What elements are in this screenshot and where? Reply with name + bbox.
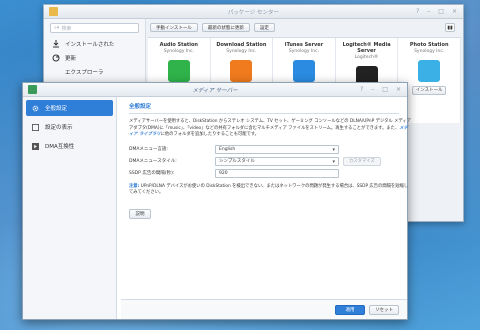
search-input[interactable]: ⌕▾ 検索 — [50, 23, 139, 33]
sidebar-item-update[interactable]: 更新 — [44, 51, 145, 65]
package-name: Audio Station — [159, 42, 198, 48]
note-body: UPnP/DLNA デバイスがお使いの DiskStation を検出できない、… — [129, 183, 409, 196]
description-pre: メディアサーバーを使用すると、DiskStation からステレオ システム、T… — [129, 119, 411, 131]
menu-style-row: DMAメニュースタイル: シンプルスタイル ▾ カスタマイズ — [129, 156, 399, 166]
compat-icon — [32, 142, 39, 150]
reset-button[interactable]: リセット — [369, 305, 399, 315]
sidebar-item-explore[interactable]: エクスプローラ — [44, 65, 145, 79]
media-server-sidebar: 全般設定 設定の表示 DMA互換性 — [23, 97, 117, 319]
install-button[interactable]: インストール — [412, 86, 447, 95]
chevron-down-icon: ▾ — [332, 158, 335, 165]
package-center-titlebar[interactable]: パッケージ センター ? – □ × — [44, 5, 463, 19]
sidebar-item-label: 全般設定 — [45, 106, 68, 112]
media-server-footer: 適用 リセット — [121, 299, 407, 319]
package-name: Logitech® Media Server — [342, 42, 391, 54]
download-icon — [53, 40, 59, 48]
note-text: 注意: UPnP/DLNA デバイスがお使いの DiskStation を検出で… — [129, 184, 409, 197]
sidebar-item-general[interactable]: 全般設定 — [26, 100, 113, 116]
package-vendor: Synology Inc. — [226, 49, 257, 54]
sidebar-item-display[interactable]: 設定の表示 — [26, 119, 113, 135]
ssdp-interval-label: SSDP 広告の間隔(秒): — [129, 171, 175, 176]
menu-language-label: DMAメニュー言語: — [129, 147, 168, 152]
sidebar-item-label: インストールされた — [65, 42, 115, 48]
close-icon[interactable]: × — [452, 8, 457, 15]
media-server-content: 全般設定 メディアサーバーを使用すると、DiskStation からステレオ シ… — [121, 97, 411, 319]
sidebar-item-label: 更新 — [65, 56, 77, 62]
package-center-toolbar: 手動インストール 最新の状態に更新 設定 — [150, 23, 275, 32]
package-vendor: Synology Inc. — [163, 49, 194, 54]
chevron-down-icon: ▾ — [332, 146, 335, 153]
sidebar-item-label: エクスプローラ — [65, 70, 104, 76]
section-heading: 全般設定 — [129, 102, 399, 114]
window-controls: ? – □ × — [416, 8, 457, 15]
menu-language-row: DMAメニュー言語: English ▾ — [129, 144, 399, 154]
package-name: Download Station — [216, 42, 267, 48]
window-controls: ? – □ × — [360, 86, 401, 93]
refresh-list-button[interactable]: 最新の状態に更新 — [201, 23, 250, 32]
menu-style-label: DMAメニュースタイル: — [129, 159, 177, 164]
menu-style-select[interactable]: シンプルスタイル ▾ — [215, 156, 339, 166]
package-name: Photo Station — [409, 42, 449, 48]
description-post: に他のフォルダを追加したりすることも可能です。 — [160, 132, 259, 137]
maximize-icon[interactable]: □ — [382, 86, 388, 93]
view-toggle-button[interactable]: ▮▮ — [445, 23, 455, 32]
package-vendor: Synology Inc. — [288, 49, 320, 54]
settings-button[interactable]: 設定 — [253, 23, 275, 32]
minimize-icon[interactable]: – — [427, 8, 430, 15]
package-center-title: パッケージ センター — [227, 10, 280, 16]
music-icon — [167, 60, 190, 82]
minimize-icon[interactable]: – — [371, 86, 374, 93]
settings-form: DMAメニュー言語: English ▾ DMAメニュースタイル: シンプルスタ… — [129, 144, 399, 178]
package-vendor: Logitech® — [354, 55, 379, 60]
close-icon[interactable]: × — [396, 86, 401, 93]
package-name: iTunes Server — [284, 42, 324, 48]
sidebar-item-dma-compat[interactable]: DMA互換性 — [26, 138, 113, 154]
sidebar-item-label: DMA互換性 — [45, 144, 75, 150]
media-server-titlebar[interactable]: メディア サーバー ? – □ × — [23, 83, 407, 97]
explore-icon — [52, 68, 60, 76]
maximize-icon[interactable]: □ — [438, 8, 444, 15]
note-tag: 注意: — [129, 183, 140, 189]
menu-language-select[interactable]: English ▾ — [215, 144, 339, 154]
gear-icon — [32, 105, 39, 111]
media-server-title: メディア サーバー — [192, 88, 238, 94]
refresh-icon — [52, 54, 60, 62]
photo-icon — [418, 60, 441, 82]
display-icon — [32, 123, 39, 131]
description-text: メディアサーバーを使用すると、DiskStation からステレオ システム、T… — [129, 119, 411, 139]
menu-language-value: English — [219, 146, 236, 152]
help-icon[interactable]: ? — [360, 86, 363, 93]
apply-button[interactable]: 適用 — [335, 305, 365, 315]
explain-button[interactable]: 説明 — [129, 208, 151, 219]
media-server-window: メディア サーバー ? – □ × 全般設定 設定の表示 DMA互換性 全般設定… — [22, 82, 411, 320]
menu-style-value: シンプルスタイル — [219, 158, 255, 164]
package-vendor: Synology Inc. — [414, 49, 445, 54]
download-arrow-icon — [230, 60, 253, 82]
customize-button[interactable]: カスタマイズ — [343, 156, 381, 166]
help-icon[interactable]: ? — [416, 8, 419, 15]
sidebar-item-label: 設定の表示 — [45, 125, 73, 131]
ssdp-interval-row: SSDP 広告の間隔(秒): 920 — [129, 168, 399, 178]
ssdp-interval-input[interactable]: 920 — [215, 168, 339, 178]
search-placeholder: 検索 — [61, 25, 72, 32]
itunes-icon — [292, 60, 315, 82]
sidebar-item-installed[interactable]: インストールされた — [44, 37, 145, 51]
search-icon: ⌕▾ — [54, 25, 60, 31]
manual-install-button[interactable]: 手動インストール — [150, 23, 198, 32]
